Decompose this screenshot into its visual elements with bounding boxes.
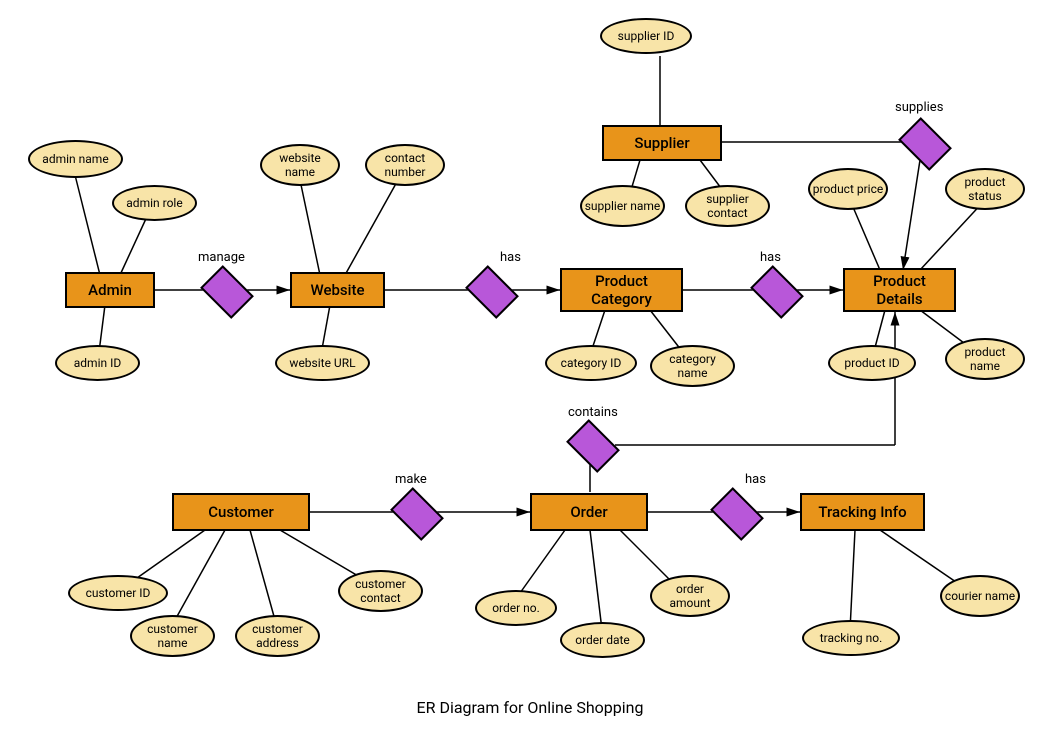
attr-product-price: product price <box>808 168 888 210</box>
relationship-has-order-tracking <box>710 487 764 541</box>
entity-product-category: Product Category <box>560 268 683 312</box>
relationship-manage <box>200 265 254 319</box>
attr-product-status: product status <box>945 168 1025 210</box>
attr-supplier-contact: supplier contact <box>685 185 770 227</box>
attr-order-amount: order amount <box>650 575 730 617</box>
attr-order-no: order no. <box>475 590 557 626</box>
attr-website-name: website name <box>260 144 340 186</box>
relationship-has-website-category <box>465 265 519 319</box>
attr-admin-id: admin ID <box>55 345 140 381</box>
attr-tracking-no: tracking no. <box>802 620 900 656</box>
attr-product-name: product name <box>945 338 1025 380</box>
attr-supplier-id: supplier ID <box>600 18 692 54</box>
attr-customer-address: customer address <box>235 615 320 657</box>
attr-order-date: order date <box>560 622 645 658</box>
attr-website-url: website URL <box>275 345 370 381</box>
attr-supplier-name: supplier name <box>580 185 665 227</box>
label-has-1: has <box>500 250 521 265</box>
entity-website: Website <box>290 272 385 308</box>
entity-tracking-info: Tracking Info <box>800 493 925 531</box>
er-diagram-canvas: Admin Website Product Category Product D… <box>0 0 1059 736</box>
label-manage: manage <box>198 250 245 265</box>
label-has-2: has <box>760 250 781 265</box>
attr-customer-id: customer ID <box>68 575 168 611</box>
entity-supplier: Supplier <box>602 125 722 161</box>
attr-category-id: category ID <box>545 345 637 381</box>
relationship-has-category-details <box>750 265 804 319</box>
attr-admin-name: admin name <box>28 140 123 178</box>
label-has-3: has <box>745 472 766 487</box>
attr-customer-contact: customer contact <box>338 570 423 612</box>
entity-product-details: Product Details <box>843 268 956 312</box>
relationship-supplies <box>898 117 952 171</box>
entity-customer: Customer <box>172 493 310 531</box>
attr-contact-number: contact number <box>365 144 445 186</box>
attr-courier-name: courier name <box>940 575 1020 617</box>
attr-product-id: product ID <box>828 345 916 381</box>
attr-category-name: category name <box>650 345 735 387</box>
attr-admin-role: admin role <box>112 185 197 221</box>
label-supplies: supplies <box>895 100 943 115</box>
diagram-title: ER Diagram for Online Shopping <box>400 698 660 717</box>
entity-admin: Admin <box>65 272 155 308</box>
label-contains: contains <box>568 405 618 420</box>
relationship-make <box>390 487 444 541</box>
entity-order: Order <box>530 493 648 531</box>
label-make: make <box>395 472 427 487</box>
attr-customer-name: customer name <box>130 615 215 657</box>
relationship-contains <box>566 419 620 473</box>
